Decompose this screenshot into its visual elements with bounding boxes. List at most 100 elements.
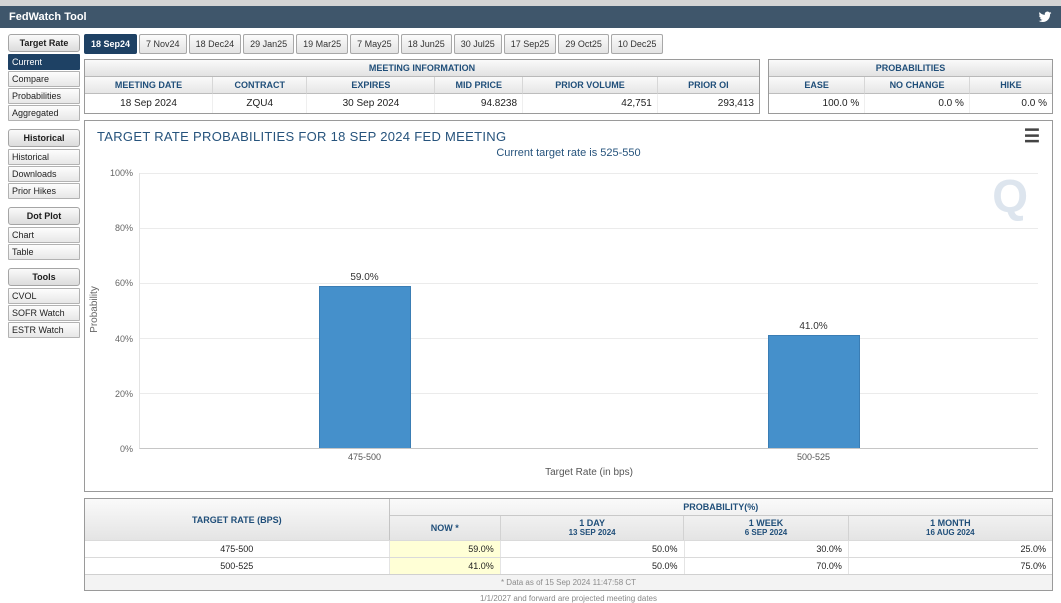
col-mid-price: MID PRICE (435, 77, 523, 94)
sidebar-header-historical: Historical (8, 129, 80, 147)
sidebar-item-downloads[interactable]: Downloads (8, 166, 80, 182)
meeting-information-panel: MEETING INFORMATION MEETING DATE CONTRAC… (84, 59, 760, 114)
one-day-cell: 50.0% (501, 558, 685, 574)
col-prior-volume: PRIOR VOLUME (523, 77, 658, 94)
probability-group-header: PROBABILITY(%) (390, 499, 1052, 516)
main-area: 18 Sep24 7 Nov24 18 Dec24 29 Jan25 19 Ma… (84, 34, 1053, 603)
one-month-label: 1 MONTH (849, 518, 1052, 528)
x-tick-475-500: 475-500 (348, 452, 381, 462)
sidebar-item-cvol[interactable]: CVOL (8, 288, 80, 304)
target-rate-bps-header: TARGET RATE (BPS) (85, 499, 390, 540)
col-prior-oi: PRIOR OI (658, 77, 759, 94)
sidebar-item-compare[interactable]: Compare (8, 71, 80, 87)
now-cell: 41.0% (390, 558, 501, 574)
tab-7-may25[interactable]: 7 May25 (350, 34, 399, 54)
y-tick-80: 80% (97, 223, 133, 233)
tab-10-dec25[interactable]: 10 Dec25 (611, 34, 664, 54)
one-month-cell: 75.0% (849, 558, 1052, 574)
tab-18-dec24[interactable]: 18 Dec24 (189, 34, 242, 54)
tab-29-oct25[interactable]: 29 Oct25 (558, 34, 609, 54)
one-month-date: 16 AUG 2024 (849, 528, 1052, 537)
meeting-information-value-row: 18 Sep 2024 ZQU4 30 Sep 2024 94.8238 42,… (85, 94, 759, 113)
bar-500-525[interactable] (768, 335, 860, 448)
sidebar-header-dot-plot: Dot Plot (8, 207, 80, 225)
one-week-header: 1 WEEK 6 SEP 2024 (684, 516, 848, 540)
plot-wrap: Probability 100% 80% 60% 40% 20% 0% Q 59… (97, 173, 1038, 449)
x-tick-500-525: 500-525 (797, 452, 830, 462)
sidebar-item-table[interactable]: Table (8, 244, 80, 260)
fedwatch-app: FedWatch Tool Target Rate Current Compar… (0, 0, 1061, 603)
one-day-label: 1 DAY (501, 518, 683, 528)
probability-subheaders: NOW * 1 DAY 13 SEP 2024 1 WEEK 6 SEP 202… (390, 516, 1052, 540)
y-tick-20: 20% (97, 389, 133, 399)
chart-title: TARGET RATE PROBABILITIES FOR 18 SEP 202… (97, 129, 506, 144)
tab-17-sep25[interactable]: 17 Sep25 (504, 34, 557, 54)
y-axis-title: Probability (89, 286, 100, 333)
tab-19-mar25[interactable]: 19 Mar25 (296, 34, 348, 54)
one-week-cell: 30.0% (685, 541, 849, 557)
one-day-date: 13 SEP 2024 (501, 528, 683, 537)
table-row: 500-525 41.0% 50.0% 70.0% 75.0% (85, 557, 1052, 574)
y-tick-100: 100% (97, 168, 133, 178)
hike-value: 0.0 % (970, 94, 1052, 113)
rate-cell: 500-525 (85, 558, 390, 574)
one-day-cell: 50.0% (501, 541, 685, 557)
rate-cell: 475-500 (85, 541, 390, 557)
meeting-date-tabs: 18 Sep24 7 Nov24 18 Dec24 29 Jan25 19 Ma… (84, 34, 1053, 54)
bar-475-500[interactable] (319, 286, 411, 448)
sidebar: Target Rate Current Compare Probabilitie… (8, 34, 80, 603)
projected-dates-note: 1/1/2027 and forward are projected meeti… (84, 591, 1053, 603)
tab-18-jun25[interactable]: 18 Jun25 (401, 34, 452, 54)
sidebar-item-historical[interactable]: Historical (8, 149, 80, 165)
one-day-header: 1 DAY 13 SEP 2024 (501, 516, 684, 540)
col-contract: CONTRACT (213, 77, 307, 94)
tab-30-jul25[interactable]: 30 Jul25 (454, 34, 502, 54)
table-row: 475-500 59.0% 50.0% 30.0% 25.0% (85, 540, 1052, 557)
sidebar-item-estr-watch[interactable]: ESTR Watch (8, 322, 80, 338)
sidebar-header-tools: Tools (8, 268, 80, 286)
chart-menu-icon[interactable]: ☰ (1024, 129, 1040, 144)
tab-29-jan25[interactable]: 29 Jan25 (243, 34, 294, 54)
y-tick-40: 40% (97, 334, 133, 344)
bar-slot-500-525: 41.0% (768, 173, 860, 448)
meeting-information-title: MEETING INFORMATION (85, 60, 759, 77)
tab-7-nov24[interactable]: 7 Nov24 (139, 34, 187, 54)
app-title: FedWatch Tool (9, 11, 87, 23)
sidebar-item-chart[interactable]: Chart (8, 227, 80, 243)
col-ease: EASE (769, 77, 865, 94)
tab-18-sep24[interactable]: 18 Sep24 (84, 34, 137, 54)
now-cell: 59.0% (390, 541, 501, 557)
chart-panel: TARGET RATE PROBABILITIES FOR 18 SEP 202… (84, 120, 1053, 492)
sidebar-item-prior-hikes[interactable]: Prior Hikes (8, 183, 80, 199)
x-axis-title: Target Rate (in bps) (545, 467, 633, 478)
bar-label-475-500: 59.0% (350, 272, 378, 283)
probabilities-value-row: 100.0 % 0.0 % 0.0 % (769, 94, 1052, 113)
chart-header: TARGET RATE PROBABILITIES FOR 18 SEP 202… (97, 129, 1040, 144)
sidebar-item-probabilities[interactable]: Probabilities (8, 88, 80, 104)
mid-price-value: 94.8238 (435, 94, 523, 113)
probability-history-table: TARGET RATE (BPS) PROBABILITY(%) NOW * 1… (84, 498, 1053, 591)
one-week-label: 1 WEEK (684, 518, 847, 528)
y-tick-0: 0% (97, 444, 133, 454)
titlebar: FedWatch Tool (0, 6, 1061, 28)
cme-watermark-icon: Q (992, 173, 1028, 219)
twitter-icon[interactable] (1038, 10, 1052, 24)
sidebar-item-aggregated[interactable]: Aggregated (8, 105, 80, 121)
probabilities-header-row: EASE NO CHANGE HIKE (769, 77, 1052, 94)
meeting-information-header-row: MEETING DATE CONTRACT EXPIRES MID PRICE … (85, 77, 759, 94)
now-header: NOW * (390, 516, 501, 540)
data-as-of-footnote: * Data as of 15 Sep 2024 11:47:58 CT (85, 574, 1052, 590)
sidebar-item-sofr-watch[interactable]: SOFR Watch (8, 305, 80, 321)
one-month-header: 1 MONTH 16 AUG 2024 (849, 516, 1052, 540)
one-month-cell: 25.0% (849, 541, 1052, 557)
chart-plot-area: Q 59.0% 41.0% 475-500 500-525 Target Rat… (139, 173, 1038, 449)
expires-value: 30 Sep 2024 (307, 94, 435, 113)
bar-label-500-525: 41.0% (799, 321, 827, 332)
meeting-date-value: 18 Sep 2024 (85, 94, 213, 113)
prior-oi-value: 293,413 (658, 94, 759, 113)
sidebar-item-current[interactable]: Current (8, 54, 80, 70)
ease-value: 100.0 % (769, 94, 865, 113)
col-expires: EXPIRES (307, 77, 435, 94)
probabilities-title: PROBABILITIES (769, 60, 1052, 77)
chart-subtitle: Current target rate is 525-550 (97, 147, 1040, 159)
